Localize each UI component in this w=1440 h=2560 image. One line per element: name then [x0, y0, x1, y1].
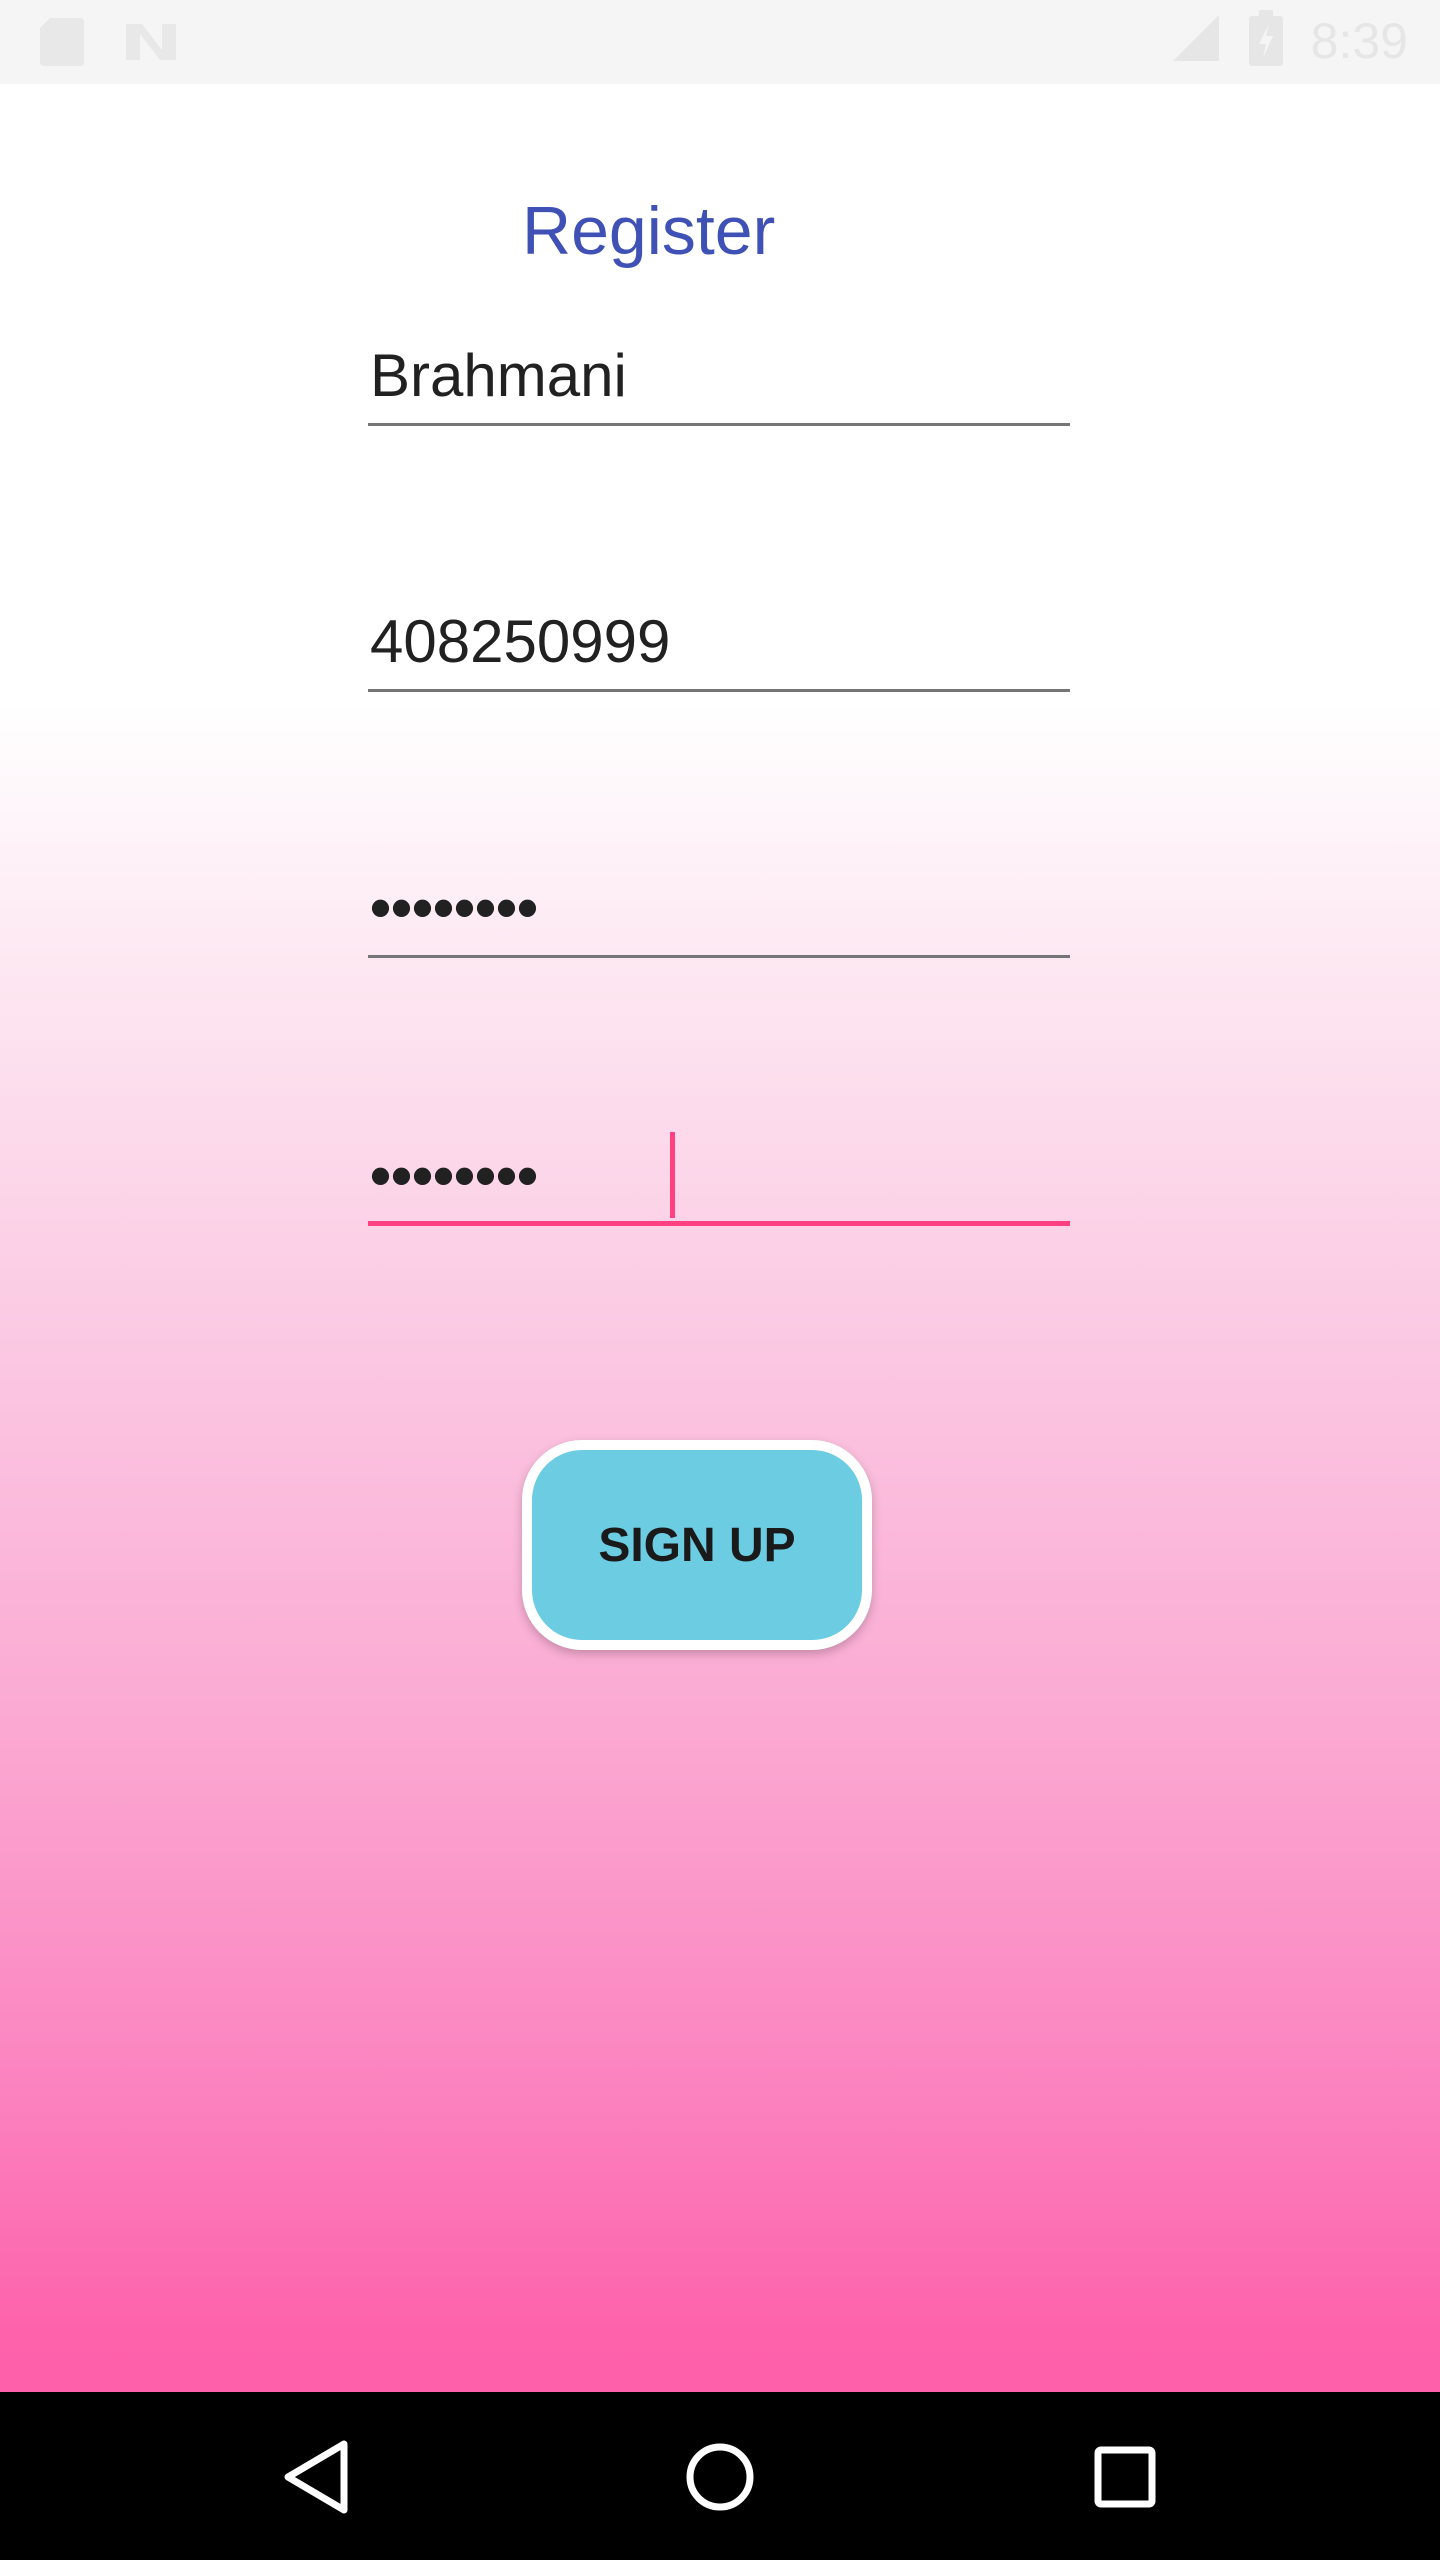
- name-field-value: Brahmani: [370, 342, 627, 409]
- register-screen: Register Brahmani 408250999 •••••••• •••…: [0, 84, 1440, 2392]
- status-bar: 8:39: [0, 0, 1440, 84]
- lte-signal-icon: [1171, 13, 1221, 68]
- name-field[interactable]: Brahmani: [368, 336, 1070, 426]
- text-cursor: [670, 1132, 675, 1218]
- battery-charging-icon: [1248, 10, 1283, 71]
- navigation-bar: [0, 2392, 1440, 2560]
- name-field-underline: [368, 423, 1070, 426]
- password-field-underline: [368, 955, 1070, 958]
- home-icon[interactable]: [675, 2432, 765, 2522]
- confirm-password-field-value: ••••••••: [370, 1142, 539, 1209]
- phone-field[interactable]: 408250999: [368, 602, 1070, 692]
- sd-card-icon: [40, 18, 84, 71]
- confirm-password-field-underline: [368, 1221, 1070, 1226]
- status-time: 8:39: [1310, 12, 1408, 69]
- password-field[interactable]: ••••••••: [368, 868, 1070, 958]
- back-icon[interactable]: [272, 2432, 362, 2522]
- password-field-value: ••••••••: [370, 874, 539, 941]
- sign-up-button[interactable]: SIGN UP: [522, 1440, 872, 1650]
- page-title: Register: [522, 193, 776, 269]
- no-sim-icon: [124, 20, 178, 69]
- phone-field-underline: [368, 689, 1070, 692]
- confirm-password-field[interactable]: ••••••••: [368, 1132, 1070, 1226]
- phone-field-value: 408250999: [370, 608, 671, 675]
- recents-icon[interactable]: [1080, 2432, 1170, 2522]
